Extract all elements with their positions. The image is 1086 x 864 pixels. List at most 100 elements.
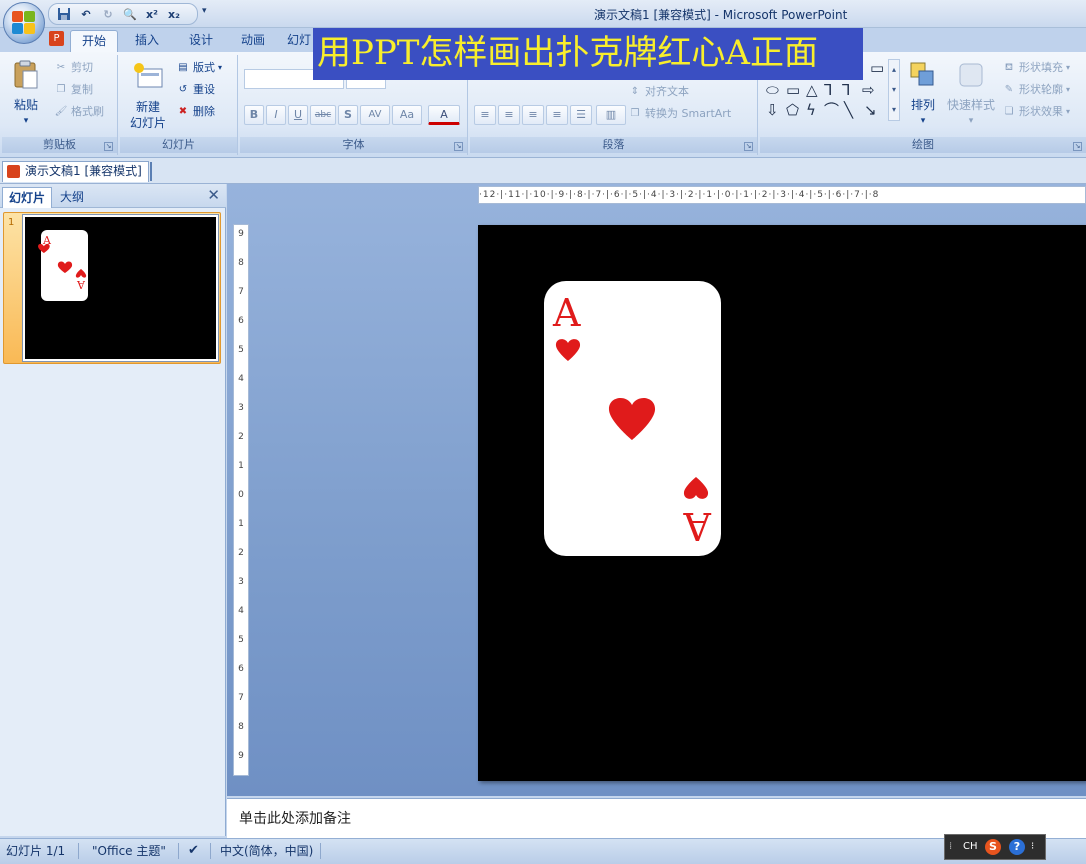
tab-animation[interactable]: 动画: [230, 30, 276, 52]
tab-design[interactable]: 设计: [178, 30, 224, 52]
cut-button[interactable]: ✂ 剪切: [54, 59, 93, 77]
distribute-button[interactable]: ☰: [570, 105, 592, 125]
spellcheck-icon[interactable]: ✔: [188, 843, 199, 859]
reset-button[interactable]: ↺ 重设: [176, 81, 215, 99]
triangle-shape-icon[interactable]: △: [806, 81, 818, 99]
theme-status[interactable]: "Office 主题": [92, 843, 166, 859]
close-panel-icon[interactable]: ✕: [207, 187, 220, 204]
paste-button[interactable]: 粘贴 ▾: [8, 59, 44, 129]
tab-slides[interactable]: 幻灯片: [2, 187, 53, 208]
shape-fill-button[interactable]: ⛾ 形状填充 ▾: [1002, 59, 1070, 77]
delete-slide-button[interactable]: ✖ 删除: [176, 103, 215, 121]
vruler-tick: 6: [238, 316, 244, 326]
drawing-launcher-icon[interactable]: ↘: [1073, 142, 1082, 151]
underline-button[interactable]: U: [288, 105, 308, 125]
font-color-button[interactable]: A: [428, 105, 460, 125]
arrange-dropdown-icon: ▾: [920, 116, 926, 126]
align-left-button[interactable]: ≡: [474, 105, 496, 125]
shape-effects-button[interactable]: ❏ 形状效果 ▾: [1002, 103, 1071, 121]
lightning-shape-icon[interactable]: ϟ: [806, 101, 816, 119]
subscript-button[interactable]: x₂: [165, 6, 183, 22]
align-right-button[interactable]: ≡: [522, 105, 544, 125]
powerpoint-app-icon: P: [49, 31, 64, 46]
superscript-button[interactable]: x²: [143, 6, 161, 22]
shadow-button[interactable]: S: [338, 105, 358, 125]
arc-shape-icon[interactable]: ⌒: [824, 101, 839, 119]
tab-home[interactable]: 开始: [70, 30, 118, 52]
quick-styles-button[interactable]: 快速样式 ▾: [946, 59, 996, 129]
ppt-document-icon: [7, 165, 20, 178]
rounded-rect-shape-icon[interactable]: ▭: [786, 81, 800, 99]
qat-customize-icon[interactable]: ▾: [202, 6, 207, 16]
arrange-label: 排列: [910, 98, 935, 112]
arrange-button[interactable]: 排列 ▾: [904, 59, 942, 129]
save-icon[interactable]: [55, 6, 73, 22]
office-button[interactable]: [3, 2, 45, 44]
char-spacing-button[interactable]: AV: [360, 105, 390, 125]
ime-mode[interactable]: CH: [963, 841, 978, 852]
rectangle-shape-icon[interactable]: ▭: [870, 59, 884, 77]
card-rank-bottom: A: [683, 504, 711, 548]
thumbnail-card-graphic: A A: [38, 230, 88, 301]
arrange-icon: [910, 62, 934, 86]
pentagon-shape-icon[interactable]: ⬠: [786, 101, 799, 119]
shape-effects-label: 形状效果: [1019, 105, 1063, 118]
clipboard-launcher-icon[interactable]: ↘: [104, 142, 113, 151]
justify-button[interactable]: ≡: [546, 105, 568, 125]
redo-icon[interactable]: ↻: [99, 6, 117, 22]
delete-icon: ✖: [178, 106, 188, 117]
undo-icon[interactable]: ↶: [77, 6, 95, 22]
tab-slideshow[interactable]: 幻灯: [284, 30, 314, 52]
columns-button[interactable]: ▥: [596, 105, 626, 125]
language-status[interactable]: 中文(简体，中国): [220, 843, 313, 859]
new-slide-button[interactable]: 新建 幻灯片: [122, 61, 174, 131]
document-tab[interactable]: 演示文稿1 [兼容模式]: [2, 161, 149, 182]
quick-styles-dropdown-icon: ▾: [968, 116, 974, 126]
reset-icon: ↺: [178, 84, 188, 95]
align-text-button[interactable]: ⇕ 对齐文本: [628, 83, 689, 101]
bold-button[interactable]: B: [244, 105, 264, 125]
font-launcher-icon[interactable]: ↘: [454, 142, 463, 151]
help-icon[interactable]: ?: [1009, 839, 1025, 855]
right-arrow-shape-icon[interactable]: ⇨: [862, 81, 875, 99]
shapes-gallery[interactable]: ⬭ ▭ △ ⅂ ⅂ ⇨ ⇩ ⬠ ϟ ⌒ ╲ ↘: [766, 81, 890, 121]
strikethrough-button[interactable]: abc: [310, 105, 336, 125]
status-separator: [210, 843, 211, 859]
slide-canvas[interactable]: A A: [478, 225, 1086, 781]
align-center-button[interactable]: ≡: [498, 105, 520, 125]
tab-insert[interactable]: 插入: [124, 30, 170, 52]
vertical-ruler[interactable]: 9 8 7 6 5 4 3 2 1 0 1 2 3 4 5 6 7 8 9: [233, 224, 249, 776]
convert-smartart-button[interactable]: ❒ 转换为 SmartArt: [628, 105, 732, 123]
status-bar: 幻灯片 1/1 "Office 主题" ✔ 中文(简体，中国): [0, 838, 1086, 864]
oval-shape-icon[interactable]: ⬭: [766, 81, 779, 99]
notes-pane[interactable]: 单击此处添加备注: [227, 798, 1086, 838]
line-shape-icon[interactable]: ╲: [844, 101, 853, 119]
playing-card[interactable]: A A: [544, 281, 721, 556]
layout-dropdown-icon: ▾: [218, 63, 223, 72]
print-preview-icon[interactable]: 🔍: [121, 6, 139, 22]
paste-dropdown-icon[interactable]: ▾: [8, 113, 44, 129]
slide-editing-area[interactable]: ·12·|·11·|·10·|·9·|·8·|·7·|·6·|·5·|·4·|·…: [227, 184, 1086, 796]
ime-toolbar[interactable]: ⁞ CH S ? ⁝: [944, 834, 1046, 860]
arrow-line-shape-icon[interactable]: ↘: [864, 101, 877, 119]
format-painter-button[interactable]: 🖌 格式刷: [54, 103, 104, 121]
vruler-tick: 7: [238, 287, 244, 297]
sogou-logo-icon[interactable]: S: [985, 839, 1001, 855]
shapes-gallery-scroll[interactable]: ▴ ▾ ▾: [888, 59, 900, 121]
ime-grip-icon[interactable]: ⁞: [949, 841, 952, 852]
down-arrow-shape-icon[interactable]: ⇩: [766, 101, 779, 119]
ime-menu-icon[interactable]: ⁝: [1031, 841, 1034, 852]
layout-button[interactable]: ▤ 版式 ▾: [176, 59, 222, 77]
slide-count-status: 幻灯片 1/1: [6, 844, 66, 858]
horizontal-ruler[interactable]: ·12·|·11·|·10·|·9·|·8·|·7·|·6·|·5·|·4·|·…: [478, 186, 1086, 204]
slide-thumbnail[interactable]: A A: [22, 214, 219, 362]
elbow-connector-icon[interactable]: ⅂: [824, 81, 832, 99]
copy-button[interactable]: ❐ 复制: [54, 81, 93, 99]
change-case-button[interactable]: Aa: [392, 105, 422, 125]
elbow-arrow-icon[interactable]: ⅂: [842, 81, 850, 99]
italic-button[interactable]: I: [266, 105, 286, 125]
shape-outline-button[interactable]: ✎ 形状轮廓 ▾: [1002, 81, 1070, 99]
notes-placeholder[interactable]: 单击此处添加备注: [239, 808, 351, 828]
tab-outline[interactable]: 大纲: [54, 187, 90, 208]
paragraph-launcher-icon[interactable]: ↘: [744, 142, 753, 151]
